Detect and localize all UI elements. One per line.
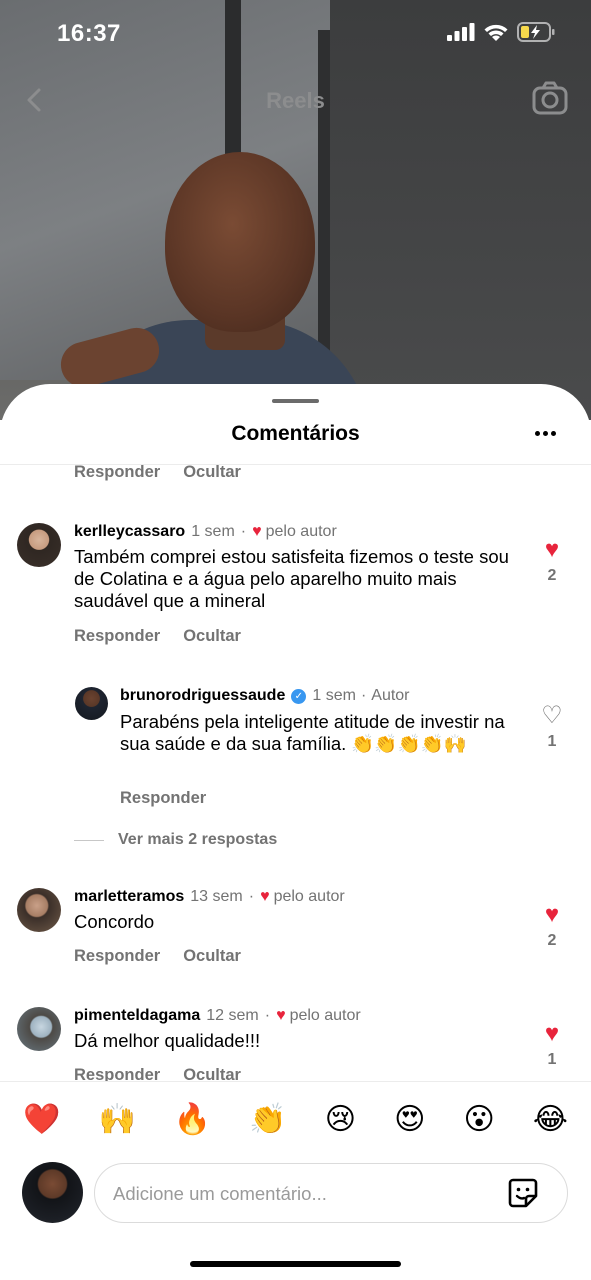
current-user-avatar[interactable]: [22, 1162, 83, 1223]
reply-button[interactable]: Responder: [74, 947, 160, 966]
heart-filled-icon[interactable]: ♥: [537, 537, 567, 563]
home-indicator: [190, 1261, 401, 1267]
presenter-head: [165, 152, 315, 332]
battery-icon: [517, 22, 555, 42]
comment-text: Concordo: [74, 911, 155, 932]
comment-text: Dá melhor qualidade!!!: [74, 1030, 261, 1051]
avatar[interactable]: [17, 1007, 61, 1051]
emoji-laughing[interactable]: 😂: [533, 1102, 568, 1137]
more-options-icon[interactable]: [531, 420, 559, 446]
username[interactable]: pimenteldagama: [74, 1007, 200, 1025]
emoji-quick-bar: ❤️ 🙌 🔥 👏 😢 😍 😮 😂: [0, 1081, 591, 1156]
emoji-clap[interactable]: 👏: [249, 1102, 286, 1137]
status-icons: [447, 22, 555, 42]
comment-input-placeholder: Adicione um comentário...: [113, 1183, 327, 1204]
emoji-heart[interactable]: ❤️: [23, 1102, 60, 1137]
comment-actions: Responder Ocultar: [74, 627, 241, 646]
liked-by-author-heart-icon: ♥: [260, 888, 270, 905]
view-more-replies[interactable]: Ver mais 2 respostas: [74, 831, 277, 849]
comment-time: 13 sem: [190, 888, 243, 905]
emoji-surprised[interactable]: 😮: [464, 1102, 495, 1137]
status-bar: 16:37: [0, 0, 591, 66]
comment-time: 1 sem: [191, 523, 235, 540]
sheet-title: Comentários: [231, 422, 360, 445]
view-more-replies-label[interactable]: Ver mais 2 respostas: [118, 831, 277, 849]
hide-button[interactable]: Ocultar: [183, 465, 241, 482]
heart-filled-icon[interactable]: ♥: [537, 1021, 567, 1047]
author-label: Autor: [371, 687, 410, 704]
comment-input[interactable]: Adicione um comentário...: [94, 1163, 568, 1223]
emoji-heart-eyes[interactable]: 😍: [394, 1102, 425, 1137]
reply-button[interactable]: Responder: [74, 627, 160, 646]
comments-sheet: Comentários Responder Ocultar 2 kerlleyc…: [0, 384, 591, 1280]
comments-list[interactable]: Responder Ocultar 2 kerlleycassaro 1 sem…: [0, 465, 591, 1081]
like-count: 2: [547, 567, 557, 584]
like-count-partial: 2: [537, 465, 567, 468]
comment-time: 1 sem: [312, 687, 356, 704]
heart-filled-icon[interactable]: ♥: [537, 902, 567, 928]
comment-meta: kerlleycassaro 1 sem · ♥ pelo autor: [74, 523, 337, 541]
comment-meta: pimenteldagama 12 sem · ♥ pelo autor: [74, 1007, 361, 1025]
reply-button[interactable]: Responder: [74, 1066, 160, 1081]
like-count: 2: [547, 932, 557, 949]
hide-button[interactable]: Ocultar: [183, 627, 241, 646]
comment-actions: Responder Ocultar: [74, 1066, 241, 1081]
like-button[interactable]: ♥ 1: [537, 1021, 567, 1069]
status-time: 16:37: [57, 20, 121, 47]
emoji-crying[interactable]: 😢: [325, 1102, 356, 1137]
username[interactable]: brunorodriguessaude: [120, 687, 285, 705]
avatar[interactable]: [75, 687, 108, 720]
camera-icon[interactable]: [531, 80, 569, 118]
avatar[interactable]: [17, 523, 61, 567]
verified-badge-icon: ✓: [291, 688, 307, 704]
like-count: 1: [547, 1051, 557, 1068]
hide-button[interactable]: Ocultar: [183, 947, 241, 966]
heart-outline-icon[interactable]: ♡: [537, 703, 567, 729]
liked-by-author-label: pelo autor: [273, 888, 345, 905]
drag-handle[interactable]: [272, 399, 319, 403]
comment-text: Parabéns pela inteligente atitude de inv…: [120, 711, 505, 754]
signal-icon: [447, 23, 475, 41]
like-count: 1: [547, 733, 557, 750]
comment-actions: Responder: [120, 789, 206, 808]
hide-button[interactable]: Ocultar: [183, 1066, 241, 1081]
liked-by-author-label: pelo autor: [289, 1007, 361, 1024]
sticker-icon[interactable]: [507, 1177, 539, 1209]
reply-button[interactable]: Responder: [120, 789, 206, 808]
like-button[interactable]: ♥ 2: [537, 902, 567, 950]
comment-composer: Adicione um comentário...: [0, 1156, 591, 1236]
like-button[interactable]: ♥ 2: [537, 537, 567, 585]
comment-time: 12 sem: [206, 1007, 259, 1024]
reply-button[interactable]: Responder: [74, 465, 160, 482]
wifi-icon: [484, 24, 508, 41]
top-nav: Reels: [0, 78, 591, 122]
username[interactable]: marletteramos: [74, 888, 184, 906]
liked-by-author-label: pelo autor: [265, 523, 337, 540]
nav-title: Reels: [266, 88, 325, 113]
emoji-fire[interactable]: 🔥: [174, 1102, 211, 1137]
like-button[interactable]: ♡ 1: [537, 703, 567, 751]
comment-text: Também comprei estou satisfeita fizemos …: [74, 546, 509, 611]
liked-by-author-heart-icon: ♥: [252, 523, 262, 540]
comment-actions: Responder Ocultar: [74, 465, 241, 482]
liked-by-author-heart-icon: ♥: [276, 1007, 286, 1024]
comment-actions: Responder Ocultar: [74, 947, 241, 966]
username[interactable]: kerlleycassaro: [74, 523, 185, 541]
avatar[interactable]: [17, 888, 61, 932]
comment-meta: brunorodriguessaude ✓ 1 sem · Autor: [120, 687, 410, 705]
comment-meta: marletteramos 13 sem · ♥ pelo autor: [74, 888, 345, 906]
emoji-raised-hands[interactable]: 🙌: [98, 1102, 135, 1137]
